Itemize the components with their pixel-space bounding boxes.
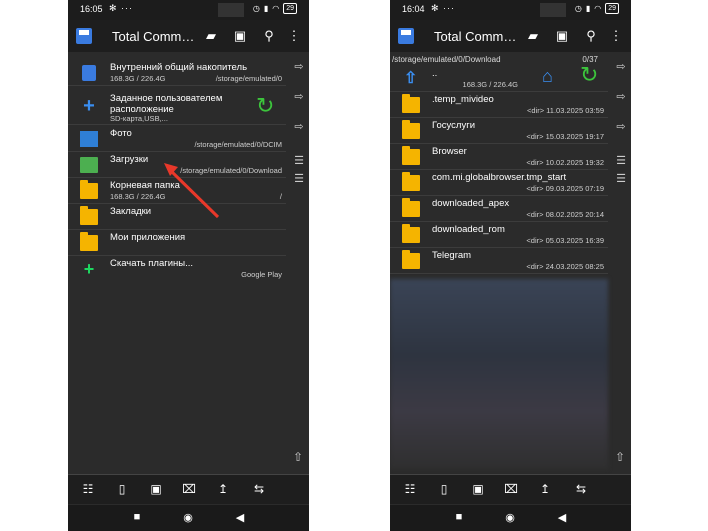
signal-icon: ▮	[585, 4, 591, 13]
back-icon[interactable]: ◀	[555, 511, 569, 525]
sort-icon[interactable]: ↥	[215, 482, 231, 498]
table-row[interactable]: .temp_mivideo <dir> 11.03.2025 03:59	[390, 92, 608, 118]
parent-dir-row[interactable]: ⇧ .. 168.3G / 226.4G ⌂ ↻	[390, 62, 608, 92]
drag-handle-icon[interactable]: ☰	[292, 172, 306, 186]
system-nav-bar: ■ ◉ ◀	[68, 505, 309, 531]
app-toolbar: Total Comm… ▰ ▣ ⚲ ⋮	[390, 20, 631, 52]
select-list-icon[interactable]: ☷	[80, 482, 96, 498]
file-name: downloaded_apex	[432, 198, 510, 209]
alarm-icon: ◷	[574, 4, 582, 13]
folder-icon	[402, 172, 420, 191]
floppy-disk-icon[interactable]	[398, 28, 414, 44]
status-bar: 16:04 ✻ ··· ◷ ▮ ◠ 29	[390, 0, 631, 20]
overflow-menu-icon[interactable]: ⋮	[606, 26, 626, 46]
swap-panels-icon[interactable]: ⇆	[251, 482, 267, 498]
recents-icon[interactable]: ■	[452, 511, 466, 525]
redacted-block	[540, 3, 566, 17]
delete-icon[interactable]: ⌧	[503, 482, 519, 498]
home-icon[interactable]: ◉	[181, 511, 195, 525]
bookmarks-icon[interactable]: ▣	[552, 26, 572, 46]
folder-icon[interactable]: ▰	[523, 26, 543, 46]
scroll-up-icon[interactable]: ⇧	[615, 450, 625, 464]
table-row[interactable]: Госуслуги <dir> 15.03.2025 19:17	[390, 118, 608, 144]
search-icon[interactable]: ⚲	[581, 26, 601, 46]
drag-handle-icon[interactable]: ☰	[614, 154, 628, 168]
arrow-right-icon[interactable]: ⇨	[614, 60, 628, 74]
back-icon[interactable]: ◀	[233, 511, 247, 525]
folder-icon	[402, 94, 420, 113]
arrow-right-icon[interactable]: ⇨	[614, 90, 628, 104]
arrow-right-icon[interactable]: ⇨	[614, 120, 628, 134]
folder-icon	[402, 224, 420, 243]
table-row[interactable]: Browser <dir> 10.02.2025 19:32	[390, 144, 608, 170]
select-list-icon[interactable]: ☷	[402, 482, 418, 498]
scroll-up-icon[interactable]: ⇧	[293, 450, 303, 464]
file-name: .temp_mivideo	[432, 94, 494, 105]
file-meta: <dir> 15.03.2025 19:17	[526, 132, 604, 141]
left-phone-screen: 16:05 ✻ ··· ◷ ▮ ◠ 29 Total Comm… ▰ ▣ ⚲ ⋮…	[68, 0, 309, 531]
new-file-icon[interactable]: ▯	[436, 482, 452, 498]
arrow-right-icon[interactable]: ⇨	[292, 120, 306, 134]
bottom-toolbar: ☷ ▯ ▣ ⌧ ↥ ⇆	[390, 474, 631, 504]
item-meta: 168.3G / 226.4G	[462, 80, 518, 89]
table-row[interactable]: Telegram <dir> 24.03.2025 08:25	[390, 248, 608, 274]
blurred-file-rows	[390, 279, 608, 469]
table-row[interactable]: downloaded_apex <dir> 08.02.2025 20:14	[390, 196, 608, 222]
pack-icon[interactable]: ▣	[148, 482, 164, 498]
bottom-toolbar: ☷ ▯ ▣ ⌧ ↥ ⇆	[68, 474, 309, 504]
current-path: /storage/emulated/0/Download	[392, 55, 501, 64]
file-name: com.mi.globalbrowser.tmp_start	[432, 172, 567, 183]
file-meta: <dir> 09.03.2025 07:19	[526, 184, 604, 193]
table-row[interactable]: downloaded_rom <dir> 05.03.2025 16:39	[390, 222, 608, 248]
arrow-right-icon[interactable]: ⇨	[292, 90, 306, 104]
folder-icon	[402, 146, 420, 165]
refresh-icon[interactable]: ↻	[580, 62, 598, 88]
home-icon[interactable]: ⌂	[542, 66, 553, 87]
wifi-icon: ◠	[594, 4, 602, 13]
sort-icon[interactable]: ↥	[537, 482, 553, 498]
up-arrow-icon: ⇧	[404, 70, 418, 87]
right-phone-screen: 16:04 ✻ ··· ◷ ▮ ◠ 29 Total Comm… ▰ ▣ ⚲ ⋮…	[390, 0, 631, 531]
drag-handle-icon[interactable]: ☰	[292, 154, 306, 168]
folder-icon	[402, 198, 420, 217]
delete-icon[interactable]: ⌧	[181, 482, 197, 498]
item-name: ..	[432, 68, 438, 79]
file-name: Telegram	[432, 250, 472, 261]
file-name: downloaded_rom	[432, 224, 505, 235]
swap-panels-icon[interactable]: ⇆	[573, 482, 589, 498]
table-row[interactable]: com.mi.globalbrowser.tmp_start <dir> 09.…	[390, 170, 608, 196]
app-title: Total Comm…	[434, 29, 516, 44]
new-file-icon[interactable]: ▯	[114, 482, 130, 498]
file-name: Browser	[432, 146, 467, 157]
drag-handle-icon[interactable]: ☰	[614, 172, 628, 186]
arrow-right-icon[interactable]: ⇨	[292, 60, 306, 74]
home-icon[interactable]: ◉	[503, 511, 517, 525]
file-meta: <dir> 24.03.2025 08:25	[526, 262, 604, 271]
system-nav-bar: ■ ◉ ◀	[390, 505, 631, 531]
file-meta: <dir> 05.03.2025 16:39	[526, 236, 604, 245]
annotation-arrow	[164, 163, 220, 219]
pack-icon[interactable]: ▣	[470, 482, 486, 498]
folder-icon	[402, 250, 420, 269]
notification-icons: ✻ ···	[431, 3, 456, 13]
system-icons: ◷ ▮ ◠ 29	[575, 3, 619, 14]
recents-icon[interactable]: ■	[130, 511, 144, 525]
file-name: Госуслуги	[432, 120, 476, 131]
file-meta: <dir> 10.02.2025 19:32	[526, 158, 604, 167]
file-meta: <dir> 08.02.2025 20:14	[526, 210, 604, 219]
status-time: 16:04	[402, 4, 425, 14]
file-meta: <dir> 11.03.2025 03:59	[526, 106, 604, 115]
folder-icon	[402, 120, 420, 139]
battery-icon: 29	[605, 3, 619, 14]
